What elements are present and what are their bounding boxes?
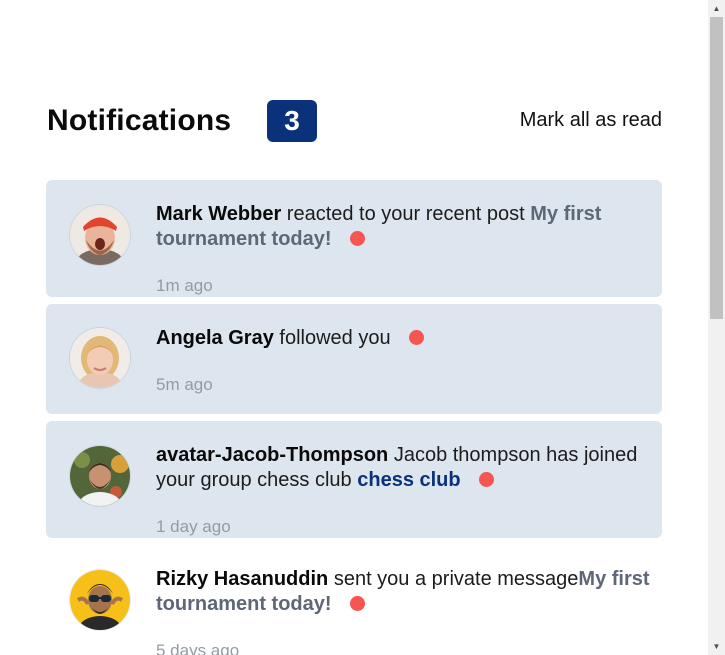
scrollbar[interactable]: ▲ ▼ <box>708 0 725 655</box>
notification-group-link[interactable]: chess club <box>357 469 460 491</box>
notification-time: 1m ago <box>156 276 213 295</box>
notification-card[interactable]: Angela Gray followed you 5m ago <box>46 304 662 414</box>
avatar[interactable] <box>70 446 130 506</box>
unread-dot <box>349 596 365 611</box>
notification-user-name[interactable]: Angela Gray <box>156 327 274 349</box>
notification-action: reacted to your recent post <box>281 203 531 225</box>
notification-action: sent you a private message <box>328 568 579 590</box>
unread-count-badge: 3 <box>267 100 317 142</box>
notification-card[interactable]: avatar-Jacob-Thompson Jacob thompson has… <box>46 421 662 538</box>
notification-text: avatar-Jacob-Thompson Jacob thompson has… <box>156 443 661 493</box>
notification-card[interactable]: Rizky Hasanuddin sent you a private mess… <box>46 545 662 655</box>
notification-text: Rizky Hasanuddin sent you a private mess… <box>156 567 661 617</box>
avatar[interactable] <box>70 205 130 265</box>
avatar[interactable] <box>70 328 130 388</box>
notification-user-name[interactable]: avatar-Jacob-Thompson <box>156 444 388 466</box>
notification-action: followed you <box>273 327 391 349</box>
unread-dot <box>349 231 365 246</box>
mark-all-as-read-button[interactable]: Mark all as read <box>520 109 662 132</box>
notification-time: 1 day ago <box>156 517 231 536</box>
page-title: Notifications <box>47 104 232 137</box>
unread-dot <box>478 472 494 487</box>
notifications-page: Notifications 3 Mark all as read Mark We… <box>0 0 708 655</box>
avatar[interactable] <box>70 570 130 630</box>
notification-time: 5 days ago <box>156 641 240 655</box>
scroll-up-arrow-icon[interactable]: ▲ <box>708 0 725 17</box>
scrollbar-thumb[interactable] <box>710 17 723 319</box>
scroll-down-arrow-icon[interactable]: ▼ <box>708 638 725 655</box>
notification-text: Angela Gray followed you <box>156 326 661 351</box>
notifications-header: Notifications 3 Mark all as read <box>47 100 662 142</box>
notification-user-name[interactable]: Mark Webber <box>156 203 281 225</box>
notification-time: 5m ago <box>156 375 213 394</box>
notification-text: Mark Webber reacted to your recent post … <box>156 202 661 252</box>
notification-card[interactable]: Mark Webber reacted to your recent post … <box>46 180 662 297</box>
unread-dot <box>408 330 424 345</box>
notification-user-name[interactable]: Rizky Hasanuddin <box>156 568 328 590</box>
